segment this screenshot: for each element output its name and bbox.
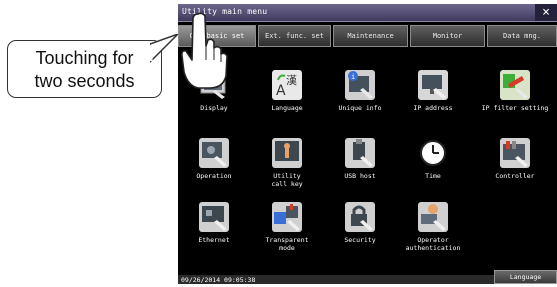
menu-item-language[interactable]: A漢 Language — [252, 70, 322, 112]
operator-auth-icon — [418, 202, 448, 232]
menu-item-label: Language — [271, 104, 303, 112]
language-button[interactable]: Language — [494, 270, 557, 284]
menu-item-transparent-mode[interactable]: Transparent mode — [252, 202, 322, 252]
tab-ext-func-set[interactable]: Ext. func. set — [258, 25, 331, 47]
menu-item-utility-call-key[interactable]: Utility call key — [252, 138, 322, 188]
clock-icon — [418, 138, 448, 168]
menu-item-label: Security — [344, 236, 376, 244]
menu-item-label: Controller — [495, 172, 535, 180]
menu-item-usb-host[interactable]: USB host — [325, 138, 395, 180]
ip-filter-icon — [500, 70, 530, 100]
menu-item-operator-authentication[interactable]: Operator authentication — [398, 202, 468, 252]
controller-icon — [500, 138, 530, 168]
svg-text:A: A — [276, 83, 286, 99]
menu-item-label: Time — [425, 172, 441, 180]
menu-item-label: Ethernet — [198, 236, 230, 244]
menu-item-label: IP filter setting — [481, 104, 549, 112]
got-screen: Utility main menu × GOT basic set Ext. f… — [178, 4, 557, 284]
svg-text:漢: 漢 — [286, 74, 297, 87]
tab-maintenance[interactable]: Maintenance — [333, 25, 408, 47]
menu-item-unique-info[interactable]: i Unique info — [325, 70, 395, 112]
menu-item-ip-address[interactable]: IP address — [398, 70, 468, 112]
transparent-mode-icon — [272, 202, 302, 232]
svg-text:i: i — [351, 73, 355, 81]
touch-hand-icon — [181, 12, 228, 89]
operation-icon — [199, 138, 229, 168]
callout-line-2: two seconds — [34, 71, 135, 91]
callout-line-1: Touching for — [35, 48, 134, 68]
tab-monitor[interactable]: Monitor — [410, 25, 485, 47]
language-icon: A漢 — [272, 70, 302, 100]
security-icon — [345, 202, 375, 232]
menu-item-label: Operator authentication — [405, 236, 461, 252]
menu-item-ethernet[interactable]: Ethernet — [179, 202, 249, 244]
menu-item-security[interactable]: Security — [325, 202, 395, 244]
title-bar: Utility main menu × — [178, 4, 557, 22]
callout-pointer-icon — [150, 34, 179, 64]
utility-call-key-icon — [272, 138, 302, 168]
ethernet-icon — [199, 202, 229, 232]
usb-host-icon — [345, 138, 375, 168]
menu-item-operation[interactable]: Operation — [179, 138, 249, 180]
close-button[interactable]: × — [535, 4, 557, 21]
menu-item-ip-filter-setting[interactable]: IP filter setting — [474, 70, 556, 112]
menu-item-label: Operation — [196, 172, 232, 180]
menu-item-label: USB host — [344, 172, 376, 180]
menu-item-label: IP address — [413, 104, 453, 112]
menu-item-time[interactable]: Time — [398, 138, 468, 180]
instruction-callout: Touching for two seconds — [7, 40, 162, 98]
ip-address-icon — [418, 70, 448, 100]
menu-item-label: Utility call key — [271, 172, 303, 188]
menu-item-label: Transparent mode — [265, 236, 309, 252]
menu-item-label: Display — [200, 104, 228, 112]
tab-bar: GOT basic set Ext. func. set Maintenance… — [178, 25, 557, 47]
datetime-display: 09/26/2014 09:05:38 — [181, 276, 256, 284]
menu-item-label: Unique info — [338, 104, 382, 112]
tab-data-mng[interactable]: Data mng. — [487, 25, 557, 47]
menu-item-controller[interactable]: Controller — [474, 138, 556, 180]
unique-info-icon: i — [345, 70, 375, 100]
